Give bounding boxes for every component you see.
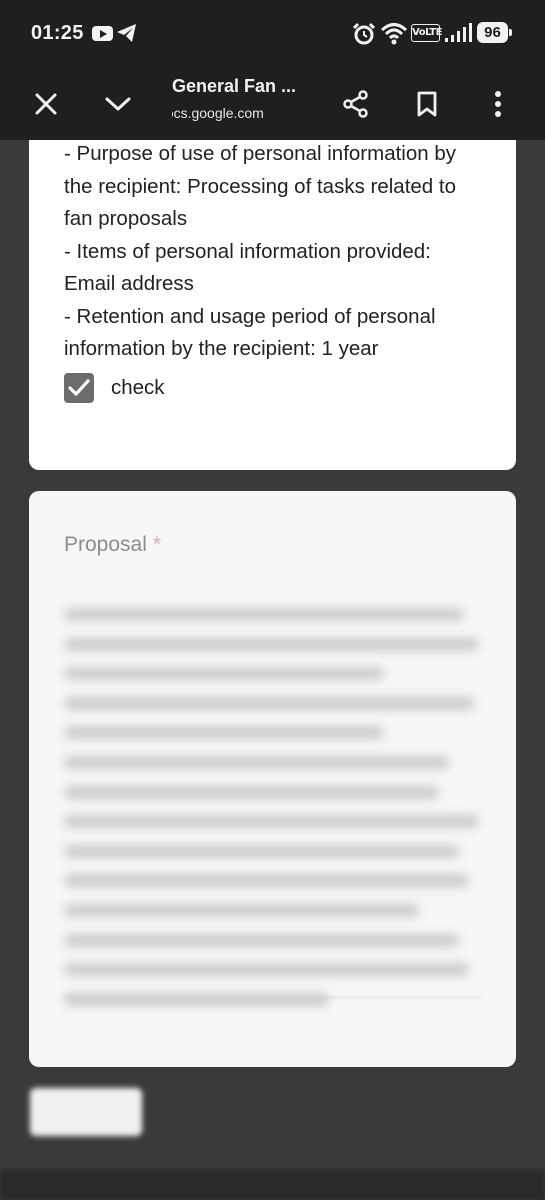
wifi-icon [380, 23, 408, 45]
redacted-text-line [64, 844, 459, 858]
close-icon [35, 93, 57, 115]
status-time: 01:25 [31, 22, 84, 44]
navigation-bar [0, 1170, 545, 1200]
redacted-text-line [64, 933, 459, 947]
consent-card: - Purpose of use of personal information… [29, 140, 516, 470]
redacted-text-line [64, 696, 474, 710]
bookmark-icon [417, 91, 437, 117]
page-title: General Fan ... [172, 76, 297, 96]
redacted-text-line [64, 963, 469, 977]
alarm-icon [352, 22, 376, 45]
page-url: docs.google.com [172, 105, 282, 121]
redacted-text-line [64, 785, 439, 799]
consent-line: Email address [64, 272, 194, 295]
consent-checkbox[interactable] [64, 373, 94, 403]
redacted-text-line [64, 874, 469, 888]
redacted-text-line [64, 755, 449, 769]
share-button[interactable] [332, 80, 380, 128]
telegram-icon [117, 24, 136, 42]
consent-line: the recipient: Processing of tasks relat… [64, 174, 456, 198]
redacted-text-line [64, 608, 464, 621]
youtube-icon [92, 26, 113, 41]
checkmark-icon [68, 379, 90, 396]
consent-checkbox-row[interactable]: check [64, 372, 165, 404]
answer-underline [64, 997, 481, 998]
proposal-answer-field[interactable] [64, 608, 484, 1022]
redacted-text-line [64, 992, 329, 1006]
bookmark-button[interactable] [403, 80, 451, 128]
consent-text: - Purpose of use of personal information… [64, 140, 494, 366]
signal-icon [445, 23, 472, 42]
custom-tab-toolbar: General Fan ... docs.google.com [0, 68, 545, 140]
checkbox-label[interactable]: check [111, 376, 165, 400]
minimize-button[interactable] [94, 80, 142, 128]
required-marker: * [152, 533, 162, 556]
redacted-text-line [64, 903, 419, 917]
consent-line: - Purpose of use of personal information… [64, 142, 456, 165]
proposal-card: Proposal * [29, 491, 516, 1067]
redacted-text-line [64, 726, 384, 740]
form-content[interactable]: - Purpose of use of personal information… [0, 140, 545, 1200]
battery-indicator: 96 [477, 22, 512, 43]
share-icon [343, 90, 368, 118]
consent-line: - Items of personal information provided… [64, 239, 431, 263]
page-url-text: docs.google.com [172, 105, 264, 121]
redacted-text-line [64, 815, 479, 829]
consent-line: information by the recipient: 1 year [64, 337, 379, 360]
question-title: Proposal * [64, 533, 161, 557]
clear-form-button[interactable] [395, 1098, 510, 1128]
close-button[interactable] [22, 80, 70, 128]
chevron-down-icon [105, 97, 131, 111]
more-options-button[interactable] [474, 80, 522, 128]
question-title-text: Proposal [64, 533, 147, 556]
volte-badge: VoLTE [411, 24, 442, 42]
page: 01:25 VoLTE 96 General Fan ... cs.google… [0, 0, 545, 1200]
redacted-text-line [64, 667, 384, 681]
status-bar: 01:25 VoLTE 96 [0, 0, 545, 68]
back-button[interactable] [30, 1088, 142, 1136]
consent-line: fan proposals [64, 207, 188, 230]
redacted-text-line [64, 637, 479, 651]
consent-line: - Retention and usage period of personal [64, 304, 436, 328]
form-footer [0, 1080, 545, 1150]
more-vert-icon [495, 91, 501, 117]
